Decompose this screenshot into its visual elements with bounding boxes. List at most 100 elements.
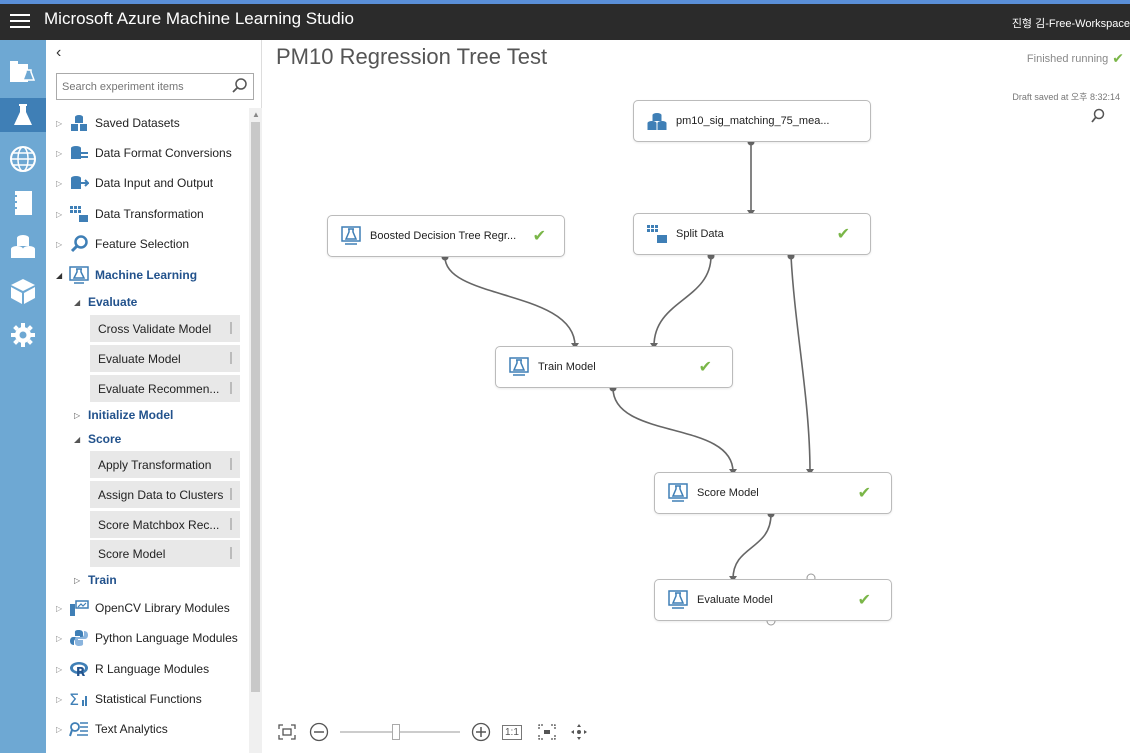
module-label: Evaluate Model <box>98 351 181 366</box>
r-language-icon: R <box>68 660 90 678</box>
module-score-model[interactable]: Score Model <box>90 540 240 567</box>
node-boosted-decision-tree[interactable]: Boosted Decision Tree Regr... ✔ <box>327 215 565 257</box>
category-label: Machine Learning <box>95 268 198 282</box>
node-split-data[interactable]: Split Data ✔ <box>633 213 871 255</box>
category-data-format-conversions[interactable]: ▷ Data Format Conversions <box>56 142 232 164</box>
module-label: Assign Data to Clusters <box>98 487 224 502</box>
expand-caret-icon: ▷ <box>56 209 63 219</box>
palette-scrollbar[interactable]: ▲ <box>249 108 262 753</box>
node-score-model[interactable]: Score Model ✔ <box>654 472 892 514</box>
workspace-name[interactable]: 진형 김-Free-Workspace <box>1012 15 1130 31</box>
fit-to-screen-icon[interactable] <box>276 721 298 743</box>
category-r-language[interactable]: ▷ R R Language Modules <box>56 658 209 680</box>
category-python[interactable]: ▷ Python Language Modules <box>56 627 238 649</box>
drag-handle[interactable] <box>230 382 232 394</box>
category-machine-learning[interactable]: ◢ Machine Learning <box>56 264 197 286</box>
category-saved-datasets[interactable]: ▷ Saved Datasets <box>56 112 180 134</box>
node-label: Train Model <box>538 361 596 373</box>
scroll-up-icon[interactable]: ▲ <box>252 110 260 119</box>
wire-boosted-to-train <box>444 256 576 347</box>
node-dataset[interactable]: pm10_sig_matching_75_mea... <box>633 100 871 142</box>
category-text-analytics[interactable]: ▷ Text Analytics <box>56 718 168 740</box>
module-label: Evaluate Recommen... <box>98 381 220 396</box>
conversion-icon <box>68 144 90 162</box>
menu-icon[interactable] <box>10 10 30 30</box>
pan-icon[interactable] <box>568 721 590 743</box>
top-bar: Microsoft Azure Machine Learning Studio … <box>0 0 1130 40</box>
wire-train-to-score <box>612 387 734 473</box>
zoom-slider[interactable] <box>340 724 460 740</box>
experiments-icon[interactable] <box>0 98 46 132</box>
module-apply-transformation[interactable]: Apply Transformation <box>90 451 240 478</box>
module-assign-data-to-clusters[interactable]: Assign Data to Clusters <box>90 481 240 508</box>
checkmark-icon: ✔ <box>1112 50 1124 66</box>
subcategory-initialize-model[interactable]: ▷ Initialize Model <box>74 405 173 425</box>
app-title: Microsoft Azure Machine Learning Studio <box>44 9 354 28</box>
opencv-icon <box>68 599 90 617</box>
category-data-transformation[interactable]: ▷ Data Transformation <box>56 203 204 225</box>
category-opencv[interactable]: ▷ OpenCV Library Modules <box>56 597 230 619</box>
search-input[interactable] <box>57 74 227 99</box>
module-score-matchbox-recommender[interactable]: Score Matchbox Rec... <box>90 511 240 538</box>
category-label: Statistical Functions <box>95 692 202 706</box>
subcategory-label: Score <box>88 432 122 446</box>
zoom-toolbar: 1:1 <box>276 718 600 746</box>
settings-icon[interactable] <box>6 318 40 352</box>
notebooks-icon[interactable] <box>6 186 40 220</box>
category-label: Feature Selection <box>95 237 190 251</box>
run-status: Finished running ✔ <box>1027 50 1124 67</box>
zoom-out-icon[interactable] <box>308 721 330 743</box>
category-statistical-functions[interactable]: ▷ Σ Statistical Functions <box>56 688 202 710</box>
checkmark-icon: ✔ <box>532 228 546 245</box>
scrollbar-thumb[interactable] <box>251 122 260 692</box>
category-label: Text Analytics <box>95 722 168 736</box>
module-evaluate-recommender[interactable]: Evaluate Recommen... <box>90 375 240 402</box>
node-evaluate-model[interactable]: Evaluate Model ✔ <box>654 579 892 621</box>
actual-size-button[interactable]: 1:1 <box>502 724 522 740</box>
split-grid-icon <box>646 223 668 245</box>
module-evaluate-model[interactable]: Evaluate Model <box>90 345 240 372</box>
collapse-palette-icon[interactable]: ‹ <box>56 44 61 62</box>
subcategory-label: Evaluate <box>88 295 138 309</box>
category-data-input-output[interactable]: ▷ Data Input and Output <box>56 172 213 194</box>
module-label: Score Matchbox Rec... <box>98 517 220 532</box>
drag-handle[interactable] <box>230 352 232 364</box>
checkmark-icon: ✔ <box>857 485 871 502</box>
trained-models-icon[interactable] <box>6 274 40 308</box>
module-label: Score Model <box>98 546 166 561</box>
wire-split-to-score <box>790 255 811 473</box>
subcategory-evaluate[interactable]: ◢ Evaluate <box>74 292 137 312</box>
nav-icon-bar <box>0 40 46 753</box>
palette-search <box>56 73 254 100</box>
svg-text:Σ: Σ <box>69 690 79 708</box>
drag-handle[interactable] <box>230 488 232 500</box>
drag-handle[interactable] <box>230 547 232 559</box>
drag-handle[interactable] <box>230 322 232 334</box>
module-cross-validate-model[interactable]: Cross Validate Model <box>90 315 240 342</box>
node-train-model[interactable]: Train Model ✔ <box>495 346 733 388</box>
expand-caret-icon: ▷ <box>56 148 63 158</box>
search-icon[interactable] <box>231 77 249 100</box>
subcategory-score[interactable]: ◢ Score <box>74 429 121 449</box>
drag-handle[interactable] <box>230 518 232 530</box>
expand-caret-icon: ▷ <box>56 178 63 188</box>
subcategory-label: Train <box>88 573 117 587</box>
sigma-icon: Σ <box>68 690 90 708</box>
drag-handle[interactable] <box>230 458 232 470</box>
category-feature-selection[interactable]: ▷ Feature Selection <box>56 233 189 255</box>
projects-icon[interactable] <box>6 54 40 88</box>
collapse-caret-icon: ◢ <box>74 297 81 307</box>
canvas-search-icon[interactable] <box>1090 108 1106 129</box>
zoom-to-selection-icon[interactable] <box>536 721 558 743</box>
web-services-icon[interactable] <box>6 142 40 176</box>
subcategory-train[interactable]: ▷ Train <box>74 570 117 590</box>
expand-caret-icon: ▷ <box>74 410 81 420</box>
zoom-slider-thumb[interactable] <box>392 724 400 740</box>
zoom-in-icon[interactable] <box>470 721 492 743</box>
experiment-title[interactable]: PM10 Regression Tree Test <box>276 44 547 70</box>
collapse-caret-icon: ◢ <box>56 270 63 280</box>
draft-saved-text: Draft saved at 오후 8:32:14 <box>1012 92 1120 102</box>
datasets-icon[interactable] <box>6 230 40 264</box>
checkmark-icon: ✔ <box>857 592 871 609</box>
dataset-icon <box>646 110 668 132</box>
